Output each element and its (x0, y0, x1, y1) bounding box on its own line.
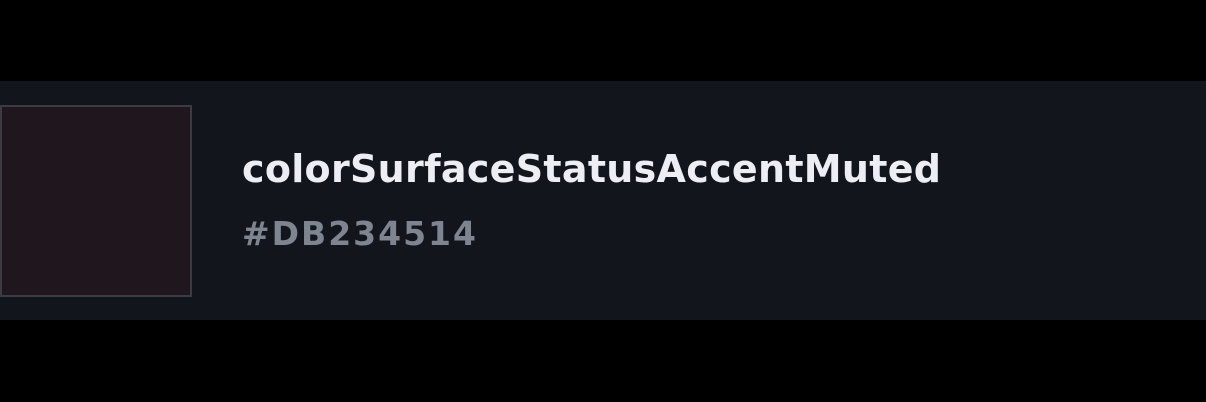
token-info: colorSurfaceStatusAccentMuted #DB234514 (242, 146, 941, 254)
page: colorSurfaceStatusAccentMuted #DB234514 (0, 0, 1206, 402)
color-token-row: colorSurfaceStatusAccentMuted #DB234514 (0, 81, 1206, 320)
token-hex-value: #DB234514 (242, 213, 478, 253)
token-name: colorSurfaceStatusAccentMuted (242, 146, 942, 191)
color-swatch (0, 104, 192, 297)
